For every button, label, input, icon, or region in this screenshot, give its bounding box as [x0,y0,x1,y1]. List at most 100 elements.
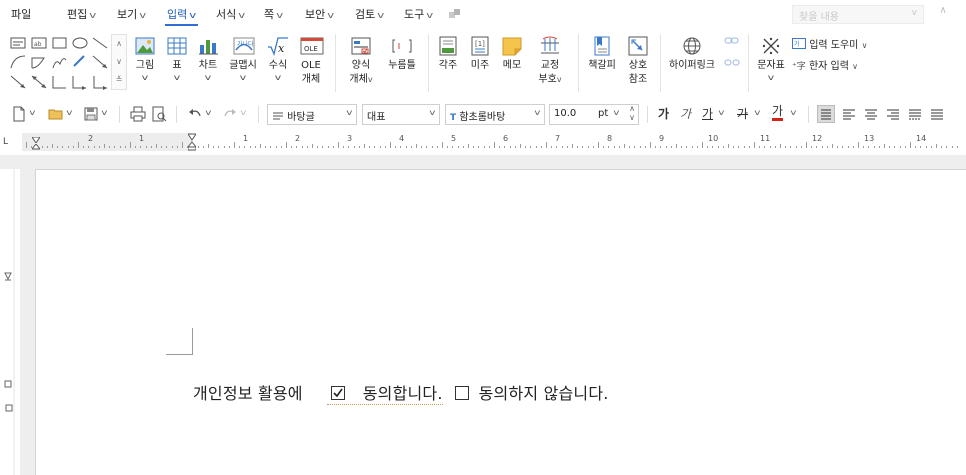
chevron-up-icon[interactable]: ∧ [112,35,126,53]
chevron-down-icon[interactable]: v [790,108,796,117]
ruler-tick [83,146,85,148]
print-preview-icon[interactable] [150,105,168,123]
insert-footnote-button[interactable]: 각주 [436,30,460,73]
insert-char-map-button[interactable]: 문자표 v [756,30,786,83]
align-right-icon[interactable] [884,105,902,123]
input-helper-icon: 가 [792,38,806,49]
italic-button[interactable]: 가 [680,105,691,122]
tab-stop-selector[interactable]: L [3,137,8,147]
menu-view[interactable]: 보기 v [117,6,146,24]
divide-icon[interactable] [928,105,946,123]
link-icon[interactable] [724,34,740,48]
new-document-icon[interactable] [10,105,28,123]
chevron-down-icon[interactable]: v [754,108,760,117]
input-helper-label: 입력 도우미 [809,40,859,51]
ruler-tick [426,146,428,148]
insert-click-here-button[interactable]: 누름틀 [386,30,418,73]
stepper-arrows-icon[interactable]: ∧ ∨ [629,105,635,122]
align-justify-icon[interactable] [817,105,835,123]
print-icon[interactable] [129,105,147,123]
align-left-icon[interactable] [840,105,858,123]
click-here-field-icon [391,35,413,57]
first-line-indent-marker[interactable] [31,133,41,144]
consent-agree-option[interactable]: 동의합니다. [326,380,443,405]
memo-icon [501,35,523,57]
ruler-tick [608,146,610,148]
left-indent-marker[interactable] [30,142,42,150]
insert-glyph-art-button[interactable]: 가나다 글맵시 v [228,30,258,83]
save-icon[interactable] [82,105,100,123]
vertical-ruler[interactable] [0,169,20,475]
ruler-tick [322,146,324,148]
insert-picture-button[interactable]: 그림 v [133,30,157,83]
open-folder-icon[interactable] [47,105,65,123]
expand-gallery-icon[interactable]: ≚ [112,71,126,89]
ruler-tick [488,146,490,148]
chevron-down-icon: v [767,73,775,82]
document-page[interactable]: 개인정보 활용에 동의합니다. 동의하지 않습니다. [35,169,966,475]
insert-form-object-button[interactable]: 양식 개체v [346,30,376,87]
insert-table-button[interactable]: 표 v [165,30,189,83]
document-paragraph[interactable]: 개인정보 활용에 동의합니다. 동의하지 않습니다. [193,380,609,405]
menu-file[interactable]: 파일 [11,6,31,24]
insert-chart-button[interactable]: 차트 v [196,30,220,83]
menu-format[interactable]: 서식 v [216,6,245,24]
form-object-label-2: 개체 [349,74,368,85]
menu-tools[interactable]: 도구 v [404,6,433,24]
chevron-down-icon[interactable]: ∨ [112,53,126,71]
redo-icon[interactable] [221,105,239,123]
collapse-ribbon-icon[interactable]: ∧ [936,5,950,21]
chevron-down-icon[interactable]: v [205,108,211,117]
font-color-button[interactable]: 가 [772,105,784,121]
insert-memo-button[interactable]: 메모 [500,30,524,73]
insert-cross-reference-button[interactable]: 상호 참조 [625,30,651,87]
insert-ole-button[interactable]: OLE OLE 개체 [297,30,325,87]
menu-security[interactable]: 보안 v [305,6,334,24]
bold-button[interactable]: 가 [658,105,669,122]
paragraph-style-select[interactable]: 바탕글 v [267,104,357,125]
menu-insert[interactable]: 입력 v [165,6,198,26]
chevron-down-icon[interactable]: v [29,108,35,117]
paragraph-indent-marker[interactable] [186,133,198,151]
language-select[interactable]: 대표 v [362,104,440,125]
insert-endnote-button[interactable]: [1] 미주 [468,30,492,73]
ruler-tick [296,146,298,148]
horizontal-ruler[interactable]: 2 1 1 2 3 4 5 6 7 8 9 10 11 12 13 14 [22,133,962,151]
ruler-tick [946,146,948,148]
menu-edit[interactable]: 편집 v [67,6,96,24]
insert-proofread-mark-button[interactable]: 교정 부호v [535,30,565,87]
input-helper-button[interactable]: 가 입력 도우미 ∨ [792,36,867,51]
unchecked-checkbox-icon[interactable] [454,385,469,400]
toolbar-divider [808,106,809,123]
chevron-down-icon[interactable]: v [66,108,72,117]
insert-equation-button[interactable]: x 수식 v [266,30,290,83]
undo-icon[interactable] [186,105,204,123]
menu-review[interactable]: 검토 v [355,6,384,24]
shapes-grid-icon[interactable]: ab [8,34,113,92]
strikethrough-button[interactable]: 가 [737,105,748,122]
ruler-tick [613,146,615,148]
shapes-scroll[interactable]: ∧ ∨ ≚ [111,34,127,90]
chevron-down-icon[interactable]: v [101,108,107,117]
font-select[interactable]: T 함초롬바탕 v [445,104,545,125]
menu-page-label: 쪽 [264,8,275,21]
insert-bookmark-button[interactable]: 책갈피 [587,30,617,73]
unlink-icon[interactable] [724,56,740,70]
underline-button[interactable]: 가 [702,105,713,122]
font-size-stepper[interactable]: 10.0 pt v ∧ ∨ [549,104,639,125]
puzzle-icon[interactable] [448,7,462,21]
distribute-icon[interactable] [906,105,924,123]
search-input[interactable]: 찾을 내용 v [792,5,924,24]
chevron-down-icon[interactable]: v [718,108,724,117]
insert-hyperlink-button[interactable]: 하이퍼링크 [668,30,716,73]
chevron-down-icon: v [911,8,917,18]
ruler-tick [629,146,631,148]
hanja-convert-icon: ⁺字 [792,62,806,72]
ruler-tick [317,146,319,148]
checked-checkbox-icon[interactable] [330,385,345,400]
toolbar-divider [119,106,120,123]
hanja-input-button[interactable]: ⁺字 한자 입력 ∨ [792,57,858,72]
chevron-down-icon[interactable]: v [240,108,246,117]
menu-page[interactable]: 쪽v [264,6,283,24]
align-center-icon[interactable] [862,105,880,123]
